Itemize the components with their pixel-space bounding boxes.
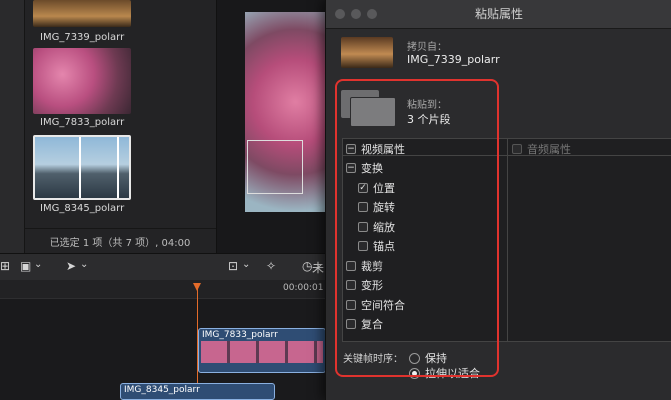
video-attributes-label: 视频属性 <box>361 143 405 156</box>
source-clip-thumbnail <box>341 37 393 68</box>
minus-checkbox-icon[interactable]: − <box>346 144 356 154</box>
speed-icon[interactable]: ◷ <box>302 259 312 273</box>
attribute-row[interactable]: 锚点 <box>358 238 395 254</box>
stacked-clips-icon-front <box>350 97 396 127</box>
attribute-row[interactable]: 缩放 <box>358 219 395 235</box>
chevron-down-icon[interactable]: ⌄ <box>34 259 42 270</box>
dialog-title: 粘贴属性 <box>474 7 523 21</box>
crop-icon[interactable]: ⊡ <box>228 259 238 273</box>
paste-to-value: 3 个片段 <box>407 113 451 126</box>
attribute-row[interactable]: 变形 <box>346 277 383 293</box>
toolbar-right-text: 未 <box>312 261 325 275</box>
attribute-label: 锚点 <box>373 240 395 253</box>
clip-thumbnail-img7339[interactable] <box>33 0 131 27</box>
selection-status: 已选定 1 项（共 7 项）, 04:00 <box>24 228 216 254</box>
minus-checkbox-icon[interactable]: − <box>346 163 356 173</box>
clip-name: IMG_7833_polarr <box>40 117 125 128</box>
clip-name: IMG_8345_polarr <box>40 203 125 214</box>
clip-thumbnail-img8345[interactable] <box>33 135 131 200</box>
dialog-titlebar: 粘贴属性 <box>326 0 671 29</box>
timeline-clip-filmstrip <box>201 341 323 363</box>
radio-icon[interactable] <box>409 352 420 364</box>
keyframe-option-label: 拉伸以适合 <box>425 367 480 380</box>
checkbox-icon <box>512 144 522 154</box>
column-divider <box>507 139 508 341</box>
transform-box[interactable] <box>247 140 303 194</box>
browser-panel: IMG_7339_polarr IMG_7833_polarr IMG_8345… <box>0 0 217 253</box>
keyframe-option-label: 保持 <box>425 352 447 365</box>
checkbox-icon[interactable] <box>358 202 368 212</box>
checkbox-icon[interactable] <box>358 241 368 251</box>
viewer[interactable] <box>217 0 332 253</box>
attribute-row[interactable]: 空间符合 <box>346 297 405 313</box>
browser-sidebar-strip <box>0 0 25 253</box>
attribute-label: 复合 <box>361 318 383 331</box>
skimmer-range <box>79 137 119 198</box>
attribute-label: 裁剪 <box>361 260 383 273</box>
copied-from-label: 拷贝自： <box>407 42 447 53</box>
snapping-icon[interactable]: ▣ <box>20 259 31 273</box>
attribute-row[interactable]: 旋转 <box>358 199 395 215</box>
attribute-label: 旋转 <box>373 201 395 214</box>
paste-to-label: 粘贴到： <box>407 100 447 111</box>
timeline-clip-img7833[interactable]: IMG_7833_polarr <box>198 328 326 373</box>
attribute-label: 变换 <box>361 162 383 175</box>
attribute-label: 变形 <box>361 279 383 292</box>
timeline-clip-name: IMG_8345_polarr <box>124 385 200 395</box>
checkbox-icon[interactable] <box>346 280 356 290</box>
keyframe-option-maintain[interactable]: 保持 <box>409 350 447 366</box>
copied-from-value: IMG_7339_polarr <box>407 53 500 66</box>
checkbox-icon[interactable] <box>346 261 356 271</box>
attribute-row[interactable]: 裁剪 <box>346 258 383 274</box>
keyframe-timing-label: 关键帧时序： <box>343 354 403 365</box>
select-tool-icon[interactable]: ➤ <box>66 259 76 273</box>
attribute-label: 位置 <box>373 182 395 195</box>
clip-appearance-icon[interactable]: ⊞ <box>0 259 10 273</box>
attribute-row[interactable]: − 变换 <box>346 160 383 176</box>
audio-attributes-label: 音频属性 <box>527 143 571 156</box>
audio-attributes-header: 音频属性 <box>512 141 571 157</box>
checkbox-icon[interactable] <box>346 319 356 329</box>
clip-thumbnail-img7833[interactable] <box>33 48 131 114</box>
attribute-row[interactable]: ✓ 位置 <box>358 180 395 196</box>
clip-name: IMG_7339_polarr <box>40 32 125 43</box>
timeline-clip-img8345[interactable]: IMG_8345_polarr <box>120 383 275 400</box>
attribute-row[interactable]: 复合 <box>346 316 383 332</box>
magic-icon[interactable]: ✧ <box>266 259 276 273</box>
timeline-clip-name: IMG_7833_polarr <box>202 330 278 340</box>
chevron-down-icon[interactable]: ⌄ <box>242 259 250 270</box>
keyframe-option-stretch[interactable]: 拉伸以适合 <box>409 365 480 381</box>
video-attributes-header[interactable]: − 视频属性 <box>346 141 405 157</box>
attribute-label: 空间符合 <box>361 299 405 312</box>
checkbox-icon[interactable] <box>346 300 356 310</box>
radio-selected-icon[interactable] <box>409 367 420 379</box>
checkbox-icon[interactable] <box>358 222 368 232</box>
chevron-down-icon[interactable]: ⌄ <box>80 259 88 270</box>
checked-checkbox-icon[interactable]: ✓ <box>358 183 368 193</box>
ruler-timecode: 00:00:01 <box>283 283 324 293</box>
attribute-label: 缩放 <box>373 221 395 234</box>
